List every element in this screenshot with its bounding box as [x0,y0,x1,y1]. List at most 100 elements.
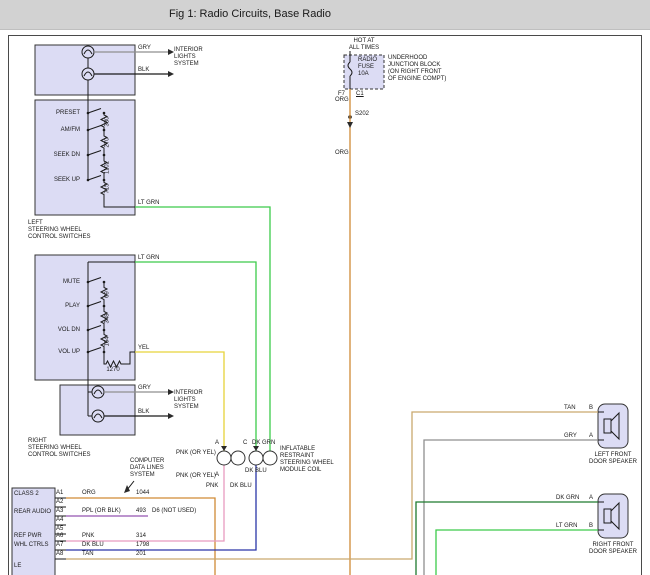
circuit-number: 1798 [136,542,149,549]
left-front-speaker-box [598,404,628,448]
system-label: SYSTEM [174,61,199,68]
junction-block-label: UNDERHOOD [388,55,427,62]
pin-label: A8 [56,551,63,558]
module-name: LEFT [28,220,43,227]
speaker-pin-label: B [589,405,593,412]
circuit-number: 201 [136,551,146,558]
coil-name: INFLATABLE [280,446,315,453]
switch-label-seekup: SEEK UP [36,177,80,184]
wire-label-tan: TAN [564,405,576,412]
radio-function-label: CLASS 2 [14,491,39,498]
wire-label-org: ORG [335,97,349,104]
system-label: COMPUTER [130,458,164,465]
wire-label-org: ORG [82,490,96,497]
wire-label-pnk-or-yel: PNK (OR YEL) [176,450,216,457]
junction-block-label: OF ENGINE COMPT) [388,76,446,83]
circuit-number: 493 [136,508,146,515]
module-name: CONTROL SWITCHES [28,452,90,459]
hot-label: ALL TIMES [336,45,392,52]
wire-label-dkblu: DK BLU [82,542,104,549]
wiring-layer [0,0,650,575]
wiring-diagram-page: Fig 1: Radio Circuits, Base Radio [0,0,650,575]
switch-label-voldn: VOL DN [36,327,80,334]
speaker-name: DOOR SPEAKER [578,459,648,466]
hot-label: HOT AT [336,38,392,45]
coil-terminal [217,451,231,465]
wire-label-ltgrn: LT GRN [556,523,577,530]
fuse-rating: 10A [358,71,369,78]
system-label: INTERIOR [174,390,203,397]
speaker-name: RIGHT FRONT [578,542,648,549]
module-name: STEERING WHEEL [28,445,82,452]
circuit-number: 314 [136,533,146,540]
radio-function-label: WHL CTRLS [14,542,48,549]
wire-label-pnk: PNK [82,533,94,540]
fuse-name: FUSE [358,64,374,71]
coil-pin-label: A [215,440,219,447]
switch-label-seekdn: SEEK DN [36,152,80,159]
pin-label: A7 [56,542,63,549]
switch-label-amfm: AM/FM [36,127,80,134]
wire-label-yel: YEL [138,345,149,352]
resistor-value: 715 [105,174,112,204]
radio-function-label: REF PWR [14,533,42,540]
wire-label-tan: TAN [82,551,94,558]
speaker-pin-label: B [589,523,593,530]
wire-label-blk: BLK [138,67,149,74]
wire-label-pnk-or-yel: PNK (OR YEL) [176,473,216,480]
speaker-name: LEFT FRONT [578,452,648,459]
not-used-note: D6 (NOT USED) [152,508,196,515]
wire-label-dkblu: DK BLU [230,483,252,490]
junction-block-label: JUNCTION BLOCK [388,62,440,69]
coil-name: RESTRAINT [280,453,314,460]
pin-label: A6 [56,533,63,540]
coil-pin-label: C [243,440,247,447]
resistor-value: 164 [105,327,112,357]
splice-label-s202: S202 [355,111,369,118]
radio-function-label: REAR AUDIO [14,509,51,516]
wire-label-gry: GRY [564,433,577,440]
wire-label-ltgrn: LT GRN [138,200,159,207]
switch-label-play: PLAY [36,303,80,310]
radio-function-label: LE [14,563,21,570]
speaker-pin-label: A [589,433,593,440]
resistor-value-1270: 1270 [98,367,128,374]
wire-label-pnk: PNK [206,483,218,490]
coil-name: MODULE COIL [280,467,321,474]
speaker-name: DOOR SPEAKER [578,549,648,556]
wire-label-org: ORG [335,150,349,157]
connector-id-label: C1 [356,91,364,98]
coil-terminal [263,451,277,465]
pin-label: A5 [56,526,63,533]
system-label: INTERIOR [174,47,203,54]
system-label: SYSTEM [130,472,155,479]
coil-terminal [249,451,263,465]
fuse-name: RADIO [358,57,377,64]
wire-label-gry: GRY [138,45,151,52]
system-label: DATA LINES [130,465,164,472]
module-name: STEERING WHEEL [28,227,82,234]
wire-label-ltgrn: LT GRN [138,255,159,262]
pin-label: A1 [56,490,63,497]
speaker-pin-label: A [589,495,593,502]
wire-label-blk: BLK [138,409,149,416]
switch-label-mute: MUTE [36,279,80,286]
switch-label-preset: PRESET [36,110,80,117]
module-name: CONTROL SWITCHES [28,234,90,241]
right-front-speaker-box [598,494,628,538]
wire-label-ppl: PPL (OR BLK) [82,508,121,515]
radio-connector-box [12,488,55,575]
wire-label-dkblu: DK BLU [245,468,267,475]
system-label: SYSTEM [174,404,199,411]
system-label: LIGHTS [174,54,196,61]
pin-label: A3 [56,508,63,515]
pin-label: A4 [56,517,63,524]
circuit-number: 1044 [136,490,149,497]
coil-terminal [231,451,245,465]
coil-name: STEERING WHEEL [280,460,334,467]
switch-label-volup: VOL UP [36,349,80,356]
system-label: LIGHTS [174,397,196,404]
pin-label: A2 [56,499,63,506]
module-name: RIGHT [28,438,47,445]
wire-label-dkgrn: DK GRN [556,495,579,502]
